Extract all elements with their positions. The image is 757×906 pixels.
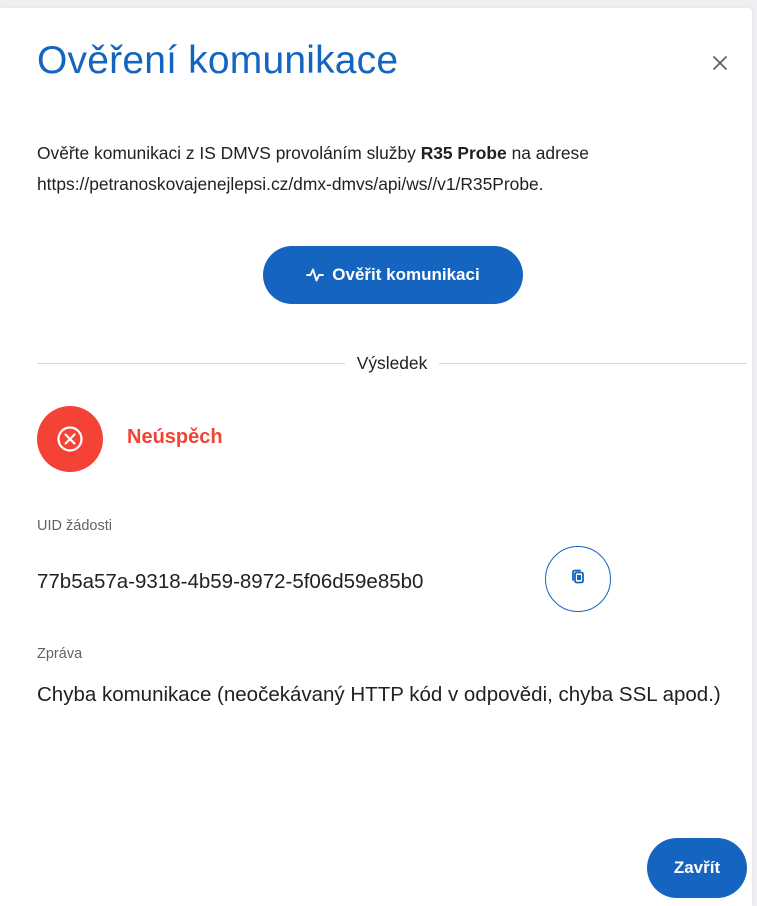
dialog-title: Ověření komunikace [37,39,399,82]
service-name: R35 Probe [420,143,507,163]
divider-line-right [439,362,748,364]
result-status-label: Neúspěch [127,426,223,448]
verify-communication-dialog: Ověření komunikace Ověřte komunikaci z I… [0,8,752,906]
uid-label: UID žádosti [37,518,112,534]
copy-uid-button[interactable] [545,546,611,612]
result-divider: Výsledek [37,352,748,374]
verify-button-label: Ověřit komunikaci [332,265,480,284]
copy-icon [570,569,586,590]
verify-communication-button[interactable]: Ověřit komunikaci [263,246,523,304]
message-value: Chyba komunikace (neočekávaný HTTP kód v… [37,683,721,706]
divider-line-left [37,362,345,364]
dialog-description: Ověřte komunikaci z IS DMVS provoláním s… [37,138,747,200]
error-circle-icon [37,406,103,472]
divider-label: Výsledek [356,352,428,373]
description-text: Ověřte komunikaci z IS DMVS provoláním s… [37,143,421,163]
activity-icon [306,267,325,283]
message-label: Zpráva [37,646,83,662]
close-icon[interactable] [703,46,737,80]
close-button[interactable]: Zavřít [647,838,747,898]
uid-value: 77b5a57a-9318-4b59-8972-5f06d59e85b0 [37,570,424,593]
